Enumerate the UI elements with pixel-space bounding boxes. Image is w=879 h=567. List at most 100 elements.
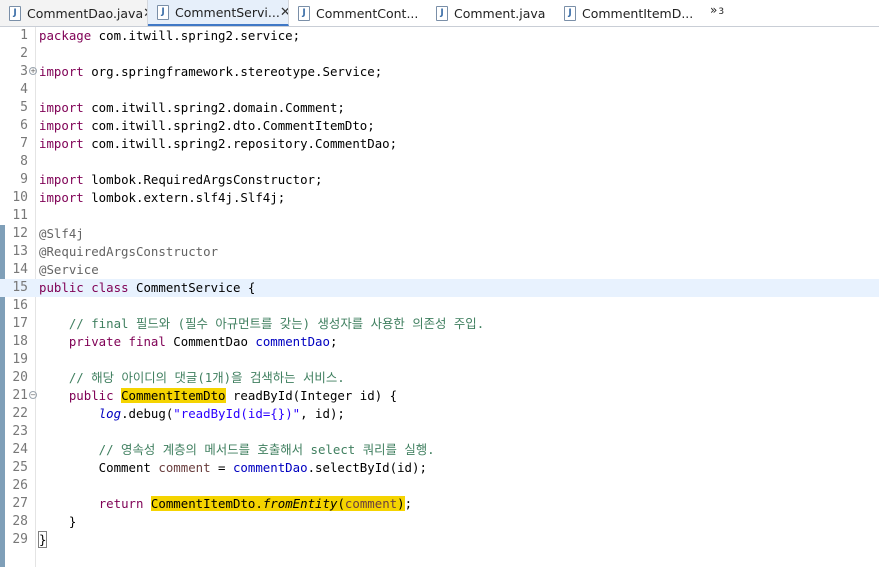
fold-collapse-icon[interactable]: −	[29, 391, 37, 399]
line-number: 11	[12, 208, 28, 223]
line-number: 18	[12, 334, 28, 349]
line-number: 23	[12, 424, 28, 439]
tab-label: CommentDao.java	[27, 5, 144, 21]
line-number: 26	[12, 478, 28, 493]
code-text: import com.itwill.spring2.dto.CommentIte…	[39, 118, 375, 133]
code-text: @RequiredArgsConstructor	[39, 244, 219, 259]
code-line: 5 import com.itwill.spring2.domain.Comme…	[0, 99, 879, 117]
chevron-double-right-icon: »	[710, 3, 718, 17]
line-number: 20	[12, 370, 28, 385]
code-line: 6 import com.itwill.spring2.dto.CommentI…	[0, 117, 879, 135]
code-line: 10 import lombok.extern.slf4j.Slf4j;	[0, 189, 879, 207]
code-line: 2	[0, 45, 879, 63]
code-line: 4	[0, 81, 879, 99]
line-number: 22	[12, 406, 28, 421]
code-text: private final CommentDao commentDao;	[68, 334, 338, 349]
code-text: Comment comment = commentDao.selectById(…	[39, 460, 427, 475]
line-number: 8	[20, 154, 28, 169]
code-text: @Slf4j	[39, 226, 84, 241]
code-line: 8	[0, 153, 879, 171]
line-number: 14	[12, 262, 28, 277]
code-line: 3 + import org.springframework.stereotyp…	[0, 63, 879, 81]
line-number: 2	[20, 46, 28, 61]
code-text: log.debug("readById(id={})", id);	[98, 406, 345, 421]
tab-label: CommentServi...	[175, 4, 280, 20]
code-line: 1 package com.itwill.spring2.service;	[0, 27, 879, 45]
line-number: 21	[12, 388, 28, 403]
code-line: 9 import lombok.RequiredArgsConstructor;	[0, 171, 879, 189]
code-line: 14 @Service	[0, 261, 879, 279]
code-text: }	[39, 514, 77, 529]
code-line: 17 // final 필드와 (필수 아규먼트를 갖는) 생성자를 사용한 의…	[0, 315, 879, 333]
code-text: @Service	[39, 262, 99, 277]
java-file-icon: J	[157, 4, 169, 20]
tab-comment-item-dto[interactable]: J CommentItemD...	[555, 0, 697, 26]
line-number: 5	[20, 100, 28, 115]
line-number: 10	[12, 190, 28, 205]
code-text: import lombok.RequiredArgsConstructor;	[39, 172, 323, 187]
tab-label: CommentItemD...	[582, 5, 694, 21]
code-line: 11	[0, 207, 879, 225]
line-number: 9	[20, 172, 28, 187]
code-line: 28 }	[0, 513, 879, 531]
code-line: 19	[0, 351, 879, 369]
code-text: }	[37, 531, 48, 548]
line-number: 7	[20, 136, 28, 151]
code-text: public class CommentService {	[39, 280, 256, 295]
line-number: 16	[12, 298, 28, 313]
code-text: package com.itwill.spring2.service;	[39, 28, 301, 43]
close-icon[interactable]: ✕	[280, 5, 288, 20]
line-number: 15	[12, 280, 28, 295]
code-line: 29 }	[0, 531, 879, 549]
line-number: 4	[20, 82, 28, 97]
line-number: 6	[20, 118, 28, 133]
tab-comment[interactable]: J Comment.java	[427, 0, 555, 26]
code-text: import org.springframework.stereotype.Se…	[39, 64, 383, 79]
code-text: import com.itwill.spring2.repository.Com…	[39, 136, 398, 151]
tab-label: CommentCont...	[316, 5, 419, 21]
code-line: 25 Comment comment = commentDao.selectBy…	[0, 459, 879, 477]
tab-comment-dao[interactable]: J CommentDao.java ✕	[0, 0, 148, 26]
tab-comment-controller[interactable]: J CommentCont...	[289, 0, 427, 26]
code-line: 22 log.debug("readById(id={})", id);	[0, 405, 879, 423]
line-number: 29	[12, 532, 28, 547]
overflow-count: 3	[718, 7, 725, 17]
code-comment: // 영속성 계층의 메서드를 호출해서 select 쿼리를 실행.	[39, 442, 435, 457]
code-line: 7 import com.itwill.spring2.repository.C…	[0, 135, 879, 153]
java-file-icon: J	[436, 5, 448, 21]
line-number: 19	[12, 352, 28, 367]
editor-tab-bar: J CommentDao.java ✕ J CommentServi... ✕ …	[0, 0, 879, 27]
code-editor[interactable]: 1 package com.itwill.spring2.service; 2 …	[0, 27, 879, 567]
line-number: 12	[12, 226, 28, 241]
code-text: import lombok.extern.slf4j.Slf4j;	[39, 190, 286, 205]
line-number: 28	[12, 514, 28, 529]
code-line: 27 return CommentItemDto.fromEntity(comm…	[0, 495, 879, 513]
java-file-icon: J	[9, 5, 21, 21]
code-line: 20 // 해당 아이디의 댓글(1개)을 검색하는 서비스.	[0, 369, 879, 387]
code-text: public CommentItemDto readById(Integer i…	[68, 388, 398, 403]
code-comment: // final 필드와 (필수 아규먼트를 갖는) 생성자를 사용한 의존성 …	[39, 316, 485, 331]
code-line: 24 // 영속성 계층의 메서드를 호출해서 select 쿼리를 실행.	[0, 441, 879, 459]
code-line: 12 @Slf4j	[0, 225, 879, 243]
code-line: 13 @RequiredArgsConstructor	[0, 243, 879, 261]
tab-overflow-button[interactable]: » 3	[710, 3, 724, 17]
current-code-line: 15 public class CommentService {	[0, 279, 879, 297]
code-line: 21 − public CommentItemDto readById(Inte…	[0, 387, 879, 405]
java-file-icon: J	[298, 5, 310, 21]
tab-label: Comment.java	[454, 5, 546, 21]
code-text: return CommentItemDto.fromEntity(comment…	[98, 496, 413, 511]
code-text: import com.itwill.spring2.domain.Comment…	[39, 100, 345, 115]
code-line: 16	[0, 297, 879, 315]
fold-expand-icon[interactable]: +	[29, 67, 37, 75]
line-number: 27	[12, 496, 28, 511]
code-line: 18 private final CommentDao commentDao;	[0, 333, 879, 351]
tab-comment-service[interactable]: J CommentServi... ✕	[148, 0, 289, 26]
line-number: 24	[12, 442, 28, 457]
code-line: 26	[0, 477, 879, 495]
line-number: 17	[12, 316, 28, 331]
line-number: 3	[20, 64, 28, 79]
line-number: 25	[12, 460, 28, 475]
java-file-icon: J	[564, 5, 576, 21]
line-number: 1	[20, 28, 28, 43]
code-comment: // 해당 아이디의 댓글(1개)을 검색하는 서비스.	[39, 370, 345, 385]
